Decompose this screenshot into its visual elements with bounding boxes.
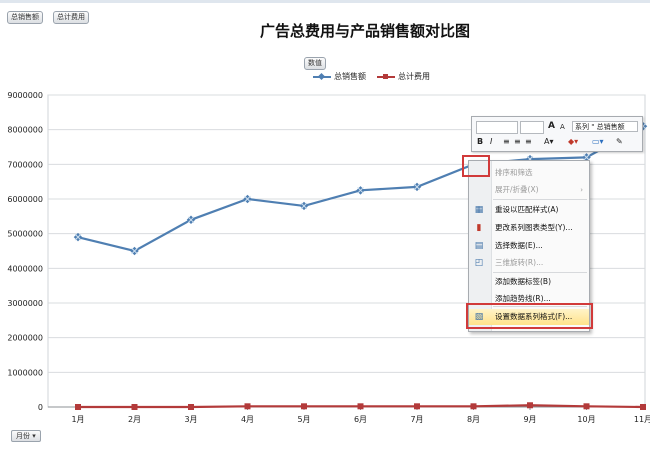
x-tick-label: 3月 (184, 415, 197, 424)
x-tick-label: 4月 (241, 415, 254, 424)
y-tick-label: 5000000 (7, 230, 43, 239)
context-menu-item[interactable]: 添加数据标签(B) (469, 274, 589, 290)
context-menu-item[interactable]: ▮ 更改系列图表类型(Y)... (469, 220, 589, 236)
align-center-icon[interactable]: ≡ (514, 136, 521, 147)
y-tick-label: 1000000 (7, 368, 43, 377)
x-tick-label: 2月 (128, 415, 141, 424)
data-point-cost[interactable] (244, 403, 251, 410)
data-point-cost[interactable] (131, 404, 138, 410)
font-size-box[interactable] (520, 121, 544, 134)
submenu-arrow-icon: › (580, 186, 583, 194)
rotate-3d-icon: ◰ (474, 258, 484, 268)
axis-field-button[interactable]: 月份 ▾ (11, 430, 41, 442)
dropdown-arrow-icon: ▾ (32, 432, 36, 440)
chart-type-icon: ▮ (476, 223, 482, 233)
y-tick-label: 9000000 (7, 91, 43, 100)
context-menu-item-label: 三维旋转(R)... (495, 258, 544, 267)
align-right-icon[interactable]: ≡ (525, 136, 532, 147)
y-tick-label: 2000000 (7, 334, 43, 343)
menu-separator (493, 199, 587, 200)
y-tick-label: 4000000 (7, 264, 43, 273)
shrink-font-button[interactable]: A (560, 122, 565, 133)
data-point-cost[interactable] (357, 403, 364, 410)
x-tick-label: 1月 (71, 415, 84, 424)
data-point-cost[interactable] (188, 404, 194, 410)
font-name-box[interactable] (476, 121, 518, 134)
data-point-cost[interactable] (583, 403, 590, 410)
x-tick-label: 7月 (410, 415, 423, 424)
context-menu-item: 展开/折叠(X) › (469, 182, 589, 198)
context-menu-item-label: 更改系列图表类型(Y)... (495, 223, 573, 232)
series-selector[interactable]: 系列 " 总销售额 (572, 121, 638, 132)
context-menu-item-label: 展开/折叠(X) (495, 185, 539, 194)
fill-color-icon[interactable]: ◆▾ (568, 136, 578, 147)
x-tick-label: 9月 (523, 415, 536, 424)
context-menu-item[interactable]: ▦ 重设以匹配样式(A) (469, 202, 589, 218)
x-tick-label: 11月 (634, 415, 650, 424)
eraser-icon[interactable]: ✎ (616, 136, 623, 147)
data-point-cost[interactable] (470, 403, 477, 410)
data-point-cost[interactable] (75, 404, 81, 410)
context-menu-item: ◰ 三维旋转(R)... (469, 255, 589, 271)
reset-style-icon: ▦ (474, 205, 484, 215)
menu-item-highlight-box (466, 303, 593, 329)
mini-toolbar: A A 系列 " 总销售额 B I ≡ ≡ ≡ A▾ ◆▾ ▭▾ ✎ (471, 116, 643, 152)
axis-field-label: 月份 (16, 432, 30, 440)
x-tick-label: 8月 (467, 415, 480, 424)
data-point-cost[interactable] (301, 403, 307, 410)
context-menu-item-label: 重设以匹配样式(A) (495, 205, 559, 214)
data-point-cost[interactable] (640, 404, 646, 410)
data-point-cost[interactable] (527, 402, 533, 409)
y-tick-label: 3000000 (7, 299, 43, 308)
outline-color-icon[interactable]: ▭▾ (592, 136, 604, 147)
font-color-icon[interactable]: A▾ (544, 136, 554, 147)
bold-button[interactable]: B (477, 136, 483, 147)
grow-font-button[interactable]: A (548, 121, 555, 132)
data-point-cost[interactable] (414, 403, 420, 410)
excel-chart-window: 总销售额 总计费用 广告总费用与产品销售额对比图 数值 总销售额 总计费用 01… (0, 0, 650, 449)
align-left-icon[interactable]: ≡ (503, 136, 510, 147)
context-menu-item-label: 选择数据(E)... (495, 241, 543, 250)
y-tick-label: 0 (38, 403, 43, 412)
context-menu-item-label: 添加数据标签(B) (495, 277, 551, 286)
context-menu-item[interactable]: ▤ 选择数据(E)... (469, 238, 589, 254)
selected-point-highlight (462, 155, 490, 177)
select-data-icon: ▤ (474, 241, 484, 251)
context-menu-item-label: 排序和筛选 (495, 168, 533, 177)
y-tick-label: 6000000 (7, 195, 43, 204)
x-tick-label: 5月 (297, 415, 310, 424)
menu-separator (493, 272, 587, 273)
x-tick-label: 10月 (577, 415, 595, 424)
y-tick-label: 7000000 (7, 160, 43, 169)
x-tick-label: 6月 (354, 415, 367, 424)
italic-button[interactable]: I (490, 136, 492, 147)
y-tick-label: 8000000 (7, 126, 43, 135)
